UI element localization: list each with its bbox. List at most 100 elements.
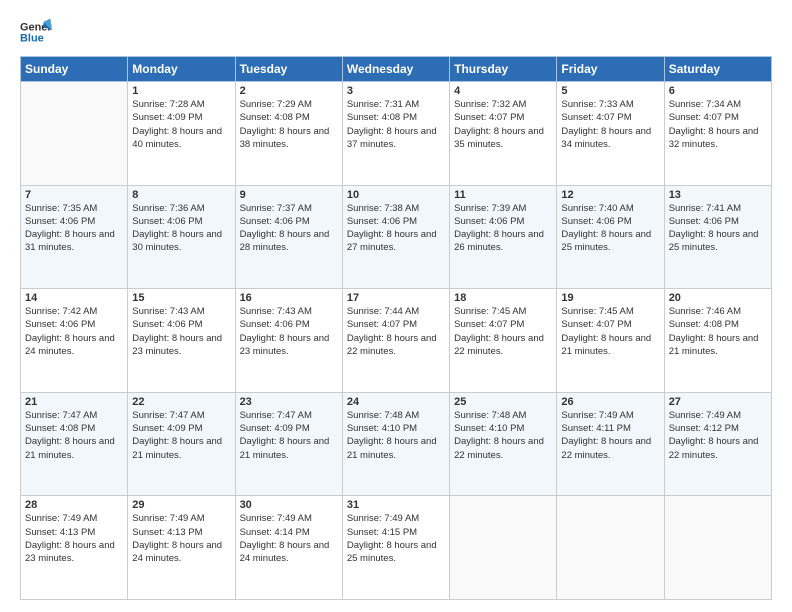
sunrise-text: Sunrise: 7:42 AM — [25, 305, 123, 318]
sunset-text: Sunset: 4:07 PM — [561, 318, 659, 331]
calendar-cell: 29Sunrise: 7:49 AMSunset: 4:13 PMDayligh… — [128, 496, 235, 600]
sunrise-text: Sunrise: 7:35 AM — [25, 202, 123, 215]
daylight-text: Daylight: 8 hours and 22 minutes. — [347, 332, 445, 359]
calendar-cell: 6Sunrise: 7:34 AMSunset: 4:07 PMDaylight… — [664, 82, 771, 186]
sunset-text: Sunset: 4:06 PM — [669, 215, 767, 228]
day-number: 12 — [561, 189, 659, 201]
day-number: 26 — [561, 396, 659, 408]
day-number: 25 — [454, 396, 552, 408]
sunset-text: Sunset: 4:06 PM — [132, 318, 230, 331]
day-number: 14 — [25, 292, 123, 304]
daylight-text: Daylight: 8 hours and 30 minutes. — [132, 228, 230, 255]
calendar-cell: 15Sunrise: 7:43 AMSunset: 4:06 PMDayligh… — [128, 289, 235, 393]
day-number: 22 — [132, 396, 230, 408]
daylight-text: Daylight: 8 hours and 22 minutes. — [669, 435, 767, 462]
sunrise-text: Sunrise: 7:48 AM — [454, 409, 552, 422]
sunset-text: Sunset: 4:10 PM — [454, 422, 552, 435]
daylight-text: Daylight: 8 hours and 35 minutes. — [454, 125, 552, 152]
calendar-cell: 17Sunrise: 7:44 AMSunset: 4:07 PMDayligh… — [342, 289, 449, 393]
daylight-text: Daylight: 8 hours and 21 minutes. — [669, 332, 767, 359]
sunrise-text: Sunrise: 7:44 AM — [347, 305, 445, 318]
daylight-text: Daylight: 8 hours and 24 minutes. — [132, 539, 230, 566]
sunrise-text: Sunrise: 7:49 AM — [25, 512, 123, 525]
weekday-header: Sunday — [21, 57, 128, 82]
calendar-cell: 5Sunrise: 7:33 AMSunset: 4:07 PMDaylight… — [557, 82, 664, 186]
day-number: 18 — [454, 292, 552, 304]
sunset-text: Sunset: 4:07 PM — [561, 111, 659, 124]
day-number: 7 — [25, 189, 123, 201]
sunrise-text: Sunrise: 7:32 AM — [454, 98, 552, 111]
header: General Blue — [20, 18, 772, 46]
daylight-text: Daylight: 8 hours and 27 minutes. — [347, 228, 445, 255]
day-number: 30 — [240, 499, 338, 511]
daylight-text: Daylight: 8 hours and 23 minutes. — [25, 539, 123, 566]
calendar-week-row: 1Sunrise: 7:28 AMSunset: 4:09 PMDaylight… — [21, 82, 772, 186]
sunrise-text: Sunrise: 7:49 AM — [132, 512, 230, 525]
sunset-text: Sunset: 4:07 PM — [669, 111, 767, 124]
day-number: 21 — [25, 396, 123, 408]
sunset-text: Sunset: 4:08 PM — [347, 111, 445, 124]
calendar-cell: 23Sunrise: 7:47 AMSunset: 4:09 PMDayligh… — [235, 392, 342, 496]
weekday-header: Thursday — [450, 57, 557, 82]
sunrise-text: Sunrise: 7:49 AM — [240, 512, 338, 525]
calendar-cell: 31Sunrise: 7:49 AMSunset: 4:15 PMDayligh… — [342, 496, 449, 600]
sunset-text: Sunset: 4:06 PM — [132, 215, 230, 228]
calendar-cell: 27Sunrise: 7:49 AMSunset: 4:12 PMDayligh… — [664, 392, 771, 496]
sunrise-text: Sunrise: 7:49 AM — [561, 409, 659, 422]
calendar-cell: 18Sunrise: 7:45 AMSunset: 4:07 PMDayligh… — [450, 289, 557, 393]
calendar-cell: 1Sunrise: 7:28 AMSunset: 4:09 PMDaylight… — [128, 82, 235, 186]
sunset-text: Sunset: 4:07 PM — [454, 318, 552, 331]
sunset-text: Sunset: 4:09 PM — [132, 422, 230, 435]
day-number: 2 — [240, 85, 338, 97]
sunset-text: Sunset: 4:09 PM — [240, 422, 338, 435]
sunrise-text: Sunrise: 7:47 AM — [132, 409, 230, 422]
sunrise-text: Sunrise: 7:46 AM — [669, 305, 767, 318]
daylight-text: Daylight: 8 hours and 37 minutes. — [347, 125, 445, 152]
weekday-header: Monday — [128, 57, 235, 82]
sunset-text: Sunset: 4:08 PM — [240, 111, 338, 124]
daylight-text: Daylight: 8 hours and 21 minutes. — [347, 435, 445, 462]
sunset-text: Sunset: 4:06 PM — [240, 318, 338, 331]
day-number: 13 — [669, 189, 767, 201]
daylight-text: Daylight: 8 hours and 24 minutes. — [240, 539, 338, 566]
daylight-text: Daylight: 8 hours and 23 minutes. — [132, 332, 230, 359]
calendar-cell — [450, 496, 557, 600]
sunrise-text: Sunrise: 7:29 AM — [240, 98, 338, 111]
sunset-text: Sunset: 4:07 PM — [454, 111, 552, 124]
daylight-text: Daylight: 8 hours and 22 minutes. — [561, 435, 659, 462]
calendar-cell: 9Sunrise: 7:37 AMSunset: 4:06 PMDaylight… — [235, 185, 342, 289]
calendar-cell: 7Sunrise: 7:35 AMSunset: 4:06 PMDaylight… — [21, 185, 128, 289]
calendar-week-row: 7Sunrise: 7:35 AMSunset: 4:06 PMDaylight… — [21, 185, 772, 289]
sunset-text: Sunset: 4:06 PM — [240, 215, 338, 228]
day-number: 20 — [669, 292, 767, 304]
calendar-cell: 26Sunrise: 7:49 AMSunset: 4:11 PMDayligh… — [557, 392, 664, 496]
daylight-text: Daylight: 8 hours and 28 minutes. — [240, 228, 338, 255]
day-number: 23 — [240, 396, 338, 408]
day-number: 19 — [561, 292, 659, 304]
calendar-cell: 19Sunrise: 7:45 AMSunset: 4:07 PMDayligh… — [557, 289, 664, 393]
sunrise-text: Sunrise: 7:49 AM — [669, 409, 767, 422]
day-number: 28 — [25, 499, 123, 511]
logo-icon: General Blue — [20, 18, 52, 46]
sunrise-text: Sunrise: 7:48 AM — [347, 409, 445, 422]
day-number: 6 — [669, 85, 767, 97]
day-number: 10 — [347, 189, 445, 201]
calendar-cell — [21, 82, 128, 186]
calendar-cell — [664, 496, 771, 600]
sunrise-text: Sunrise: 7:37 AM — [240, 202, 338, 215]
daylight-text: Daylight: 8 hours and 34 minutes. — [561, 125, 659, 152]
sunrise-text: Sunrise: 7:39 AM — [454, 202, 552, 215]
day-number: 17 — [347, 292, 445, 304]
calendar-cell: 20Sunrise: 7:46 AMSunset: 4:08 PMDayligh… — [664, 289, 771, 393]
day-number: 4 — [454, 85, 552, 97]
daylight-text: Daylight: 8 hours and 25 minutes. — [561, 228, 659, 255]
sunrise-text: Sunrise: 7:47 AM — [240, 409, 338, 422]
sunset-text: Sunset: 4:08 PM — [25, 422, 123, 435]
sunset-text: Sunset: 4:13 PM — [25, 526, 123, 539]
sunset-text: Sunset: 4:09 PM — [132, 111, 230, 124]
day-number: 1 — [132, 85, 230, 97]
day-number: 24 — [347, 396, 445, 408]
calendar-week-row: 14Sunrise: 7:42 AMSunset: 4:06 PMDayligh… — [21, 289, 772, 393]
sunset-text: Sunset: 4:06 PM — [347, 215, 445, 228]
day-number: 3 — [347, 85, 445, 97]
